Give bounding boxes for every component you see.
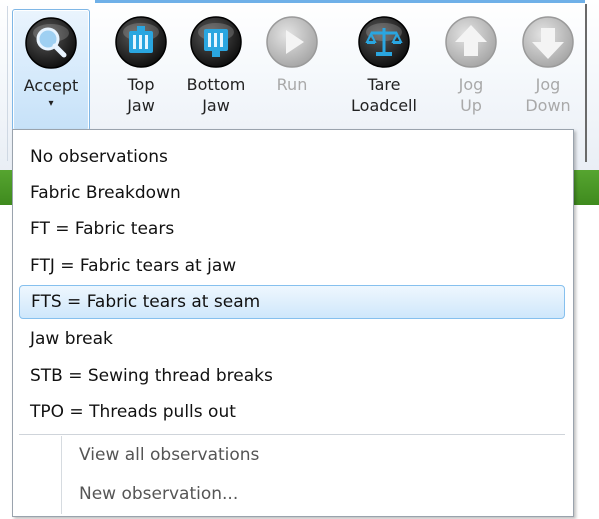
menu-item-ftj[interactable]: FTJ = Fabric tears at jaw [19,249,565,283]
scale-icon [358,16,410,68]
top-jaw-label-line1: Top [127,75,155,94]
menu-item-fts[interactable]: FTS = Fabric tears at seam [19,285,565,319]
jog-down-label-line1: Jog [535,75,561,94]
play-icon [266,16,318,68]
top-jaw-button[interactable]: Top Jaw [103,14,179,128]
ribbon-separator [7,6,8,161]
tare-loadcell-button[interactable]: Tare Loadcell [340,14,428,128]
top-jaw-icon [115,16,167,68]
menu-item-stb[interactable]: STB = Sewing thread breaks [19,359,565,393]
bottom-jaw-button[interactable]: Bottom Jaw [178,14,254,128]
menu-item-ft[interactable]: FT = Fabric tears [19,212,565,246]
menu-item-tpo[interactable]: TPO = Threads pulls out [19,395,565,429]
arrow-up-icon [445,16,497,68]
dropdown-arrow-icon: ▾ [48,98,54,109]
accept-dropdown-menu: No observations Fabric Breakdown FT = Fa… [12,129,574,517]
jog-down-button[interactable]: Jog Down [513,14,583,128]
menu-item-jaw-break[interactable]: Jaw break [19,322,565,356]
menu-item-new-observation[interactable]: New observation... [79,477,238,511]
menu-item-view-all-observations[interactable]: View all observations [79,438,259,472]
jog-up-button[interactable]: Jog Up [438,14,504,128]
arrow-down-icon [522,16,574,68]
bottom-jaw-label-line2: Jaw [202,96,230,115]
top-jaw-label-line2: Jaw [127,96,155,115]
accept-label: Accept [23,76,79,95]
jog-up-label-line1: Jog [458,75,484,94]
jog-up-label-line2: Up [460,96,482,115]
bottom-jaw-label-line1: Bottom [186,75,246,94]
run-button[interactable]: Run [257,14,327,128]
jog-down-label-line2: Down [525,96,571,115]
menu-item-fabric-breakdown[interactable]: Fabric Breakdown [19,176,565,210]
ribbon-tab-highlight [95,0,585,3]
run-label: Run [276,75,308,94]
tare-label-line1: Tare [367,75,401,94]
ribbon-separator [585,4,587,162]
magnifier-icon [25,17,77,69]
menu-divider [19,434,565,435]
accept-button[interactable]: Accept ▾ [12,9,90,131]
menu-item-no-observations[interactable]: No observations [19,140,565,174]
menu-icon-gutter [61,436,62,514]
bottom-jaw-icon [190,16,242,68]
tare-label-line2: Loadcell [351,96,417,115]
